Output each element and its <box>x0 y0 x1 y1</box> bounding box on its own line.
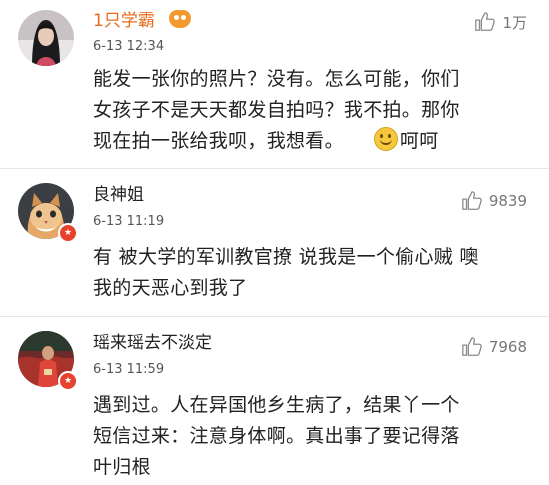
comment-text: 有 被大学的军训教官撩 说我是一个偷心贼 噢 我的天恶心到我了 <box>93 246 479 299</box>
like-button[interactable]: 7968 <box>461 336 527 358</box>
username[interactable]: 良神姐 <box>93 183 144 207</box>
username[interactable]: 1只学霸 <box>93 9 155 33</box>
comment-item: 1只学霸 6-13 12:34 1万 能发一张你的照片？没有。怎么可能，你们 女… <box>0 0 549 168</box>
comment-time: 6-13 11:19 <box>93 214 165 229</box>
comment-text: 遇到过。人在异国他乡生病了，结果丫一个 短信过来：注意身体啊。真出事了要记得落 … <box>93 394 460 478</box>
vip-badge-icon[interactable] <box>169 10 191 28</box>
username[interactable]: 瑶来瑶去不淡定 <box>93 331 212 355</box>
comment-time: 6-13 11:59 <box>93 362 165 377</box>
like-count: 9839 <box>488 192 527 210</box>
comment-item: ★ 瑶来瑶去不淡定 6-13 11:59 7968 遇到过。人在异国他乡生病了，… <box>0 316 549 485</box>
comment-text: 能发一张你的照片？没有。怎么可能，你们 女孩子不是天天都发自拍吗？我不拍。那你 … <box>93 64 533 157</box>
like-count: 7968 <box>488 338 527 356</box>
comment-time: 6-13 12:34 <box>93 39 165 54</box>
like-button[interactable]: 1万 <box>474 11 527 33</box>
avatar[interactable] <box>18 10 74 66</box>
comment-text-part: 呵呵 <box>399 130 439 152</box>
comment-item: ★ 良神姐 6-13 11:19 9839 有 被大学的军训教官撩 说我是一个偷… <box>0 168 549 317</box>
verified-badge-icon: ★ <box>58 223 78 243</box>
thumbs-up-icon <box>475 12 496 31</box>
thumbs-up-icon <box>462 191 482 210</box>
like-count: 1万 <box>502 13 527 32</box>
thumbs-up-icon <box>462 337 482 356</box>
smile-emoji-icon <box>373 127 398 151</box>
verified-badge-icon: ★ <box>58 371 78 391</box>
like-button[interactable]: 9839 <box>461 190 527 212</box>
